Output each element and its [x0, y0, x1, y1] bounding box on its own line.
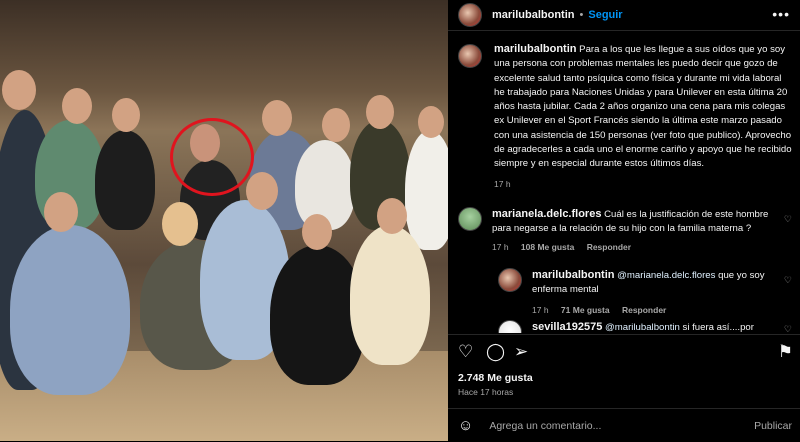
- reply-button[interactable]: Responder: [622, 305, 666, 315]
- follow-button[interactable]: Seguir: [588, 9, 622, 21]
- separator-dot: •: [579, 9, 584, 21]
- comment-icon[interactable]: ◯: [486, 342, 505, 362]
- comment-username[interactable]: sevilla192575: [532, 321, 602, 333]
- reply-comment: sevilla192575 @marilubalbontin si fuera …: [498, 320, 778, 333]
- caption-time: 17 h: [494, 178, 511, 189]
- comment-time: 17 h: [532, 305, 549, 315]
- comment-input[interactable]: [487, 418, 732, 433]
- post-age: Hace 17 horas: [458, 387, 514, 397]
- reply-button[interactable]: Responder: [587, 242, 631, 252]
- reply-comment: marilubalbontin @marianela.delc.flores q…: [498, 268, 778, 317]
- emoji-icon[interactable]: ☺: [458, 417, 473, 434]
- action-bar: ♡ ◯ ➢ ⚑: [458, 342, 793, 362]
- comment-time: 17 h: [492, 242, 509, 252]
- heart-icon[interactable]: ♡: [784, 275, 792, 286]
- comment-username[interactable]: marianela.delc.flores: [492, 208, 601, 220]
- more-icon[interactable]: •••: [772, 6, 790, 22]
- divider: [448, 30, 800, 31]
- caption-text: Para a los que les llegue a sus oídos qu…: [494, 44, 792, 170]
- comment-likes[interactable]: 71 Me gusta: [561, 305, 610, 315]
- comment: marianela.delc.flores Cuál es la justifi…: [458, 207, 778, 254]
- comment-mention[interactable]: @marilubalbontin: [605, 322, 680, 333]
- avatar[interactable]: [498, 268, 522, 292]
- comment-username[interactable]: marilubalbontin: [532, 269, 615, 281]
- post-photo[interactable]: [0, 0, 448, 441]
- post-button[interactable]: Publicar: [754, 420, 792, 432]
- comment-composer: ☺ Publicar: [448, 408, 800, 442]
- avatar[interactable]: [458, 207, 482, 231]
- comment-mention[interactable]: @marianela.delc.flores: [617, 270, 715, 281]
- author-username[interactable]: marilubalbontin: [492, 9, 575, 21]
- heart-icon[interactable]: ♡: [458, 342, 473, 362]
- highlight-circle: [170, 118, 254, 196]
- comment-text: si fuera así....por: [682, 322, 754, 333]
- caption: marilubalbontin Para a los que les llegu…: [458, 42, 793, 191]
- share-icon[interactable]: ➢: [514, 342, 528, 362]
- post-side-panel: marilubalbontin • Seguir ••• marilubalbo…: [448, 0, 800, 441]
- divider: [448, 334, 800, 335]
- likes-count[interactable]: 2.748 Me gusta: [458, 372, 533, 384]
- avatar[interactable]: [458, 44, 482, 68]
- avatar[interactable]: [498, 320, 522, 333]
- post-header: marilubalbontin • Seguir •••: [448, 0, 800, 30]
- bookmark-icon[interactable]: ⚑: [778, 342, 793, 362]
- avatar[interactable]: [458, 3, 482, 27]
- comment-likes[interactable]: 108 Me gusta: [521, 242, 574, 252]
- caption-username[interactable]: marilubalbontin: [494, 43, 577, 55]
- heart-icon[interactable]: ♡: [784, 214, 792, 225]
